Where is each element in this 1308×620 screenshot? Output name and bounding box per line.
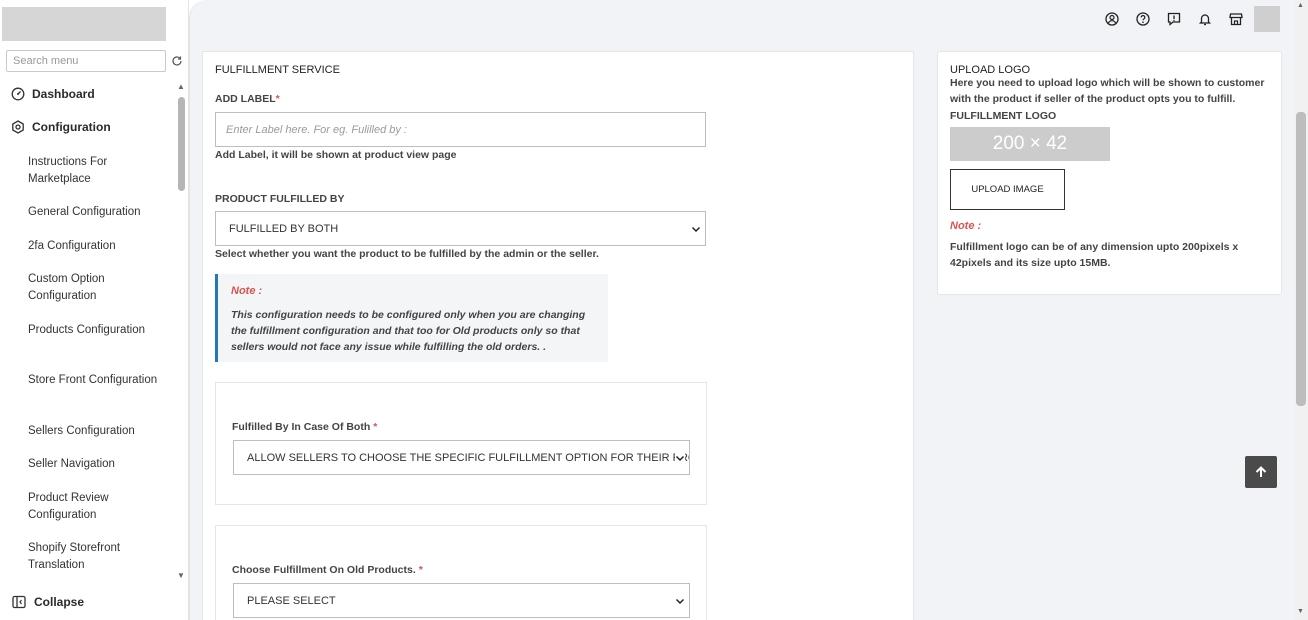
fulfilled-by-both-label: Fulfilled By In Case Of Both *: [232, 421, 377, 433]
collapse-icon: [12, 595, 26, 609]
product-fulfilled-by-help: Select whether you want the product to b…: [215, 248, 599, 260]
old-products-card: Choose Fulfillment On Old Products. * PL…: [215, 525, 707, 620]
upload-image-button[interactable]: UPLOAD IMAGE: [950, 169, 1065, 210]
sidebar-subitem-product-review[interactable]: Product Review Configuration: [28, 490, 168, 524]
collapse-button[interactable]: Collapse: [12, 595, 84, 609]
select-value: FULFILLED BY BOTH: [229, 222, 339, 235]
old-products-label: Choose Fulfillment On Old Products. *: [232, 564, 423, 576]
app-logo: [2, 7, 166, 41]
fulfillment-logo-label: FULFILLMENT LOGO: [950, 110, 1057, 122]
required-mark: *: [418, 564, 423, 576]
note-box: Note : This configuration needs to be co…: [215, 274, 608, 362]
required-mark: *: [373, 421, 378, 433]
old-products-select[interactable]: PLEASE SELECT: [233, 583, 690, 618]
select-value: ALLOW SELLERS TO CHOOSE THE SPECIFIC FUL…: [247, 451, 690, 464]
user-circle-icon[interactable]: [1104, 11, 1120, 27]
sidebar-subitem-storefront-translation[interactable]: Shopify Storefront Translation: [28, 540, 168, 574]
search-menu-input[interactable]: [6, 50, 166, 72]
page-scroll-down-icon[interactable]: ▼: [1297, 608, 1304, 615]
fulfilled-by-both-select[interactable]: ALLOW SELLERS TO CHOOSE THE SPECIFIC FUL…: [233, 440, 690, 475]
label-text: Choose Fulfillment On Old Products.: [232, 564, 416, 576]
sidebar-subitem-store-front[interactable]: Store Front Configuration: [28, 372, 168, 389]
product-fulfilled-by-label: PRODUCT FULFILLED BY: [215, 193, 345, 205]
arrow-up-icon: [1255, 466, 1267, 477]
sidebar-menu: Dashboard Configuration Instructions For…: [0, 80, 176, 580]
upload-logo-description: Here you need to upload logo which will …: [950, 77, 1265, 105]
chevron-down-icon: [675, 452, 685, 466]
add-label-input[interactable]: [215, 112, 706, 147]
product-fulfilled-by-select[interactable]: FULFILLED BY BOTH: [215, 211, 706, 246]
sidebar-item-dashboard[interactable]: Dashboard: [11, 87, 176, 101]
select-value: PLEASE SELECT: [247, 594, 336, 607]
sidebar-scroll-thumb[interactable]: [178, 97, 185, 191]
sidebar-item-label: Dashboard: [32, 87, 95, 101]
topbar-icons: [1089, 6, 1280, 32]
page-scroll-up-icon[interactable]: ▲: [1297, 2, 1304, 9]
note-heading: Note :: [231, 285, 263, 297]
add-label-text: ADD LABEL: [215, 93, 276, 105]
settings-icon: [11, 120, 25, 134]
collapse-label: Collapse: [34, 595, 85, 609]
sidebar: Dashboard Configuration Instructions For…: [0, 0, 189, 620]
scroll-up-icon[interactable]: ▲: [177, 82, 185, 91]
add-label-heading: ADD LABEL*: [215, 93, 280, 105]
page-scroll-thumb[interactable]: [1296, 112, 1306, 406]
sidebar-subitem-seller-navigation[interactable]: Seller Navigation: [28, 456, 168, 473]
upload-note-text: Fulfillment logo can be of any dimension…: [950, 241, 1239, 269]
logo-placeholder-image: 200 × 42: [950, 127, 1110, 161]
label-text: Fulfilled By In Case Of Both: [232, 421, 371, 433]
sidebar-subitem-custom-option[interactable]: Custom Option Configuration: [28, 271, 168, 305]
sidebar-subitem-general[interactable]: General Configuration: [28, 204, 168, 221]
fulfillment-service-card: FULFILLMENT SERVICE ADD LABEL* Add Label…: [202, 51, 914, 620]
fulfilled-by-both-card: Fulfilled By In Case Of Both * ALLOW SEL…: [215, 382, 707, 505]
sidebar-item-configuration[interactable]: Configuration: [11, 120, 176, 134]
sidebar-item-label: Configuration: [32, 120, 111, 134]
sidebar-subitem-instructions[interactable]: Instructions For Marketplace: [28, 154, 168, 188]
scroll-to-top-button[interactable]: [1245, 456, 1277, 488]
upload-note-heading: Note :: [950, 220, 982, 232]
bell-icon[interactable]: [1197, 11, 1213, 27]
store-icon[interactable]: [1228, 11, 1244, 27]
chevron-down-icon: [691, 224, 701, 237]
feedback-icon[interactable]: [1166, 11, 1182, 27]
chevron-down-icon: [675, 596, 685, 609]
note-text: This configuration needs to be configure…: [231, 309, 586, 353]
upload-logo-card: UPLOAD LOGO Here you need to upload logo…: [937, 51, 1282, 295]
add-label-help: Add Label, it will be shown at product v…: [215, 149, 457, 161]
required-mark: *: [275, 93, 280, 105]
sidebar-subitem-products[interactable]: Products Configuration: [28, 322, 168, 339]
section-title: FULFILLMENT SERVICE: [215, 64, 340, 76]
scroll-down-icon[interactable]: ▼: [177, 571, 185, 580]
avatar[interactable]: [1254, 6, 1280, 32]
refresh-icon[interactable]: [171, 55, 183, 67]
sidebar-subitem-sellers[interactable]: Sellers Configuration: [28, 423, 168, 440]
main-content: FULFILLMENT SERVICE ADD LABEL* Add Label…: [189, 0, 1294, 620]
sidebar-subitem-2fa[interactable]: 2fa Configuration: [28, 238, 168, 255]
dashboard-icon: [11, 87, 25, 101]
help-icon[interactable]: [1135, 11, 1151, 27]
